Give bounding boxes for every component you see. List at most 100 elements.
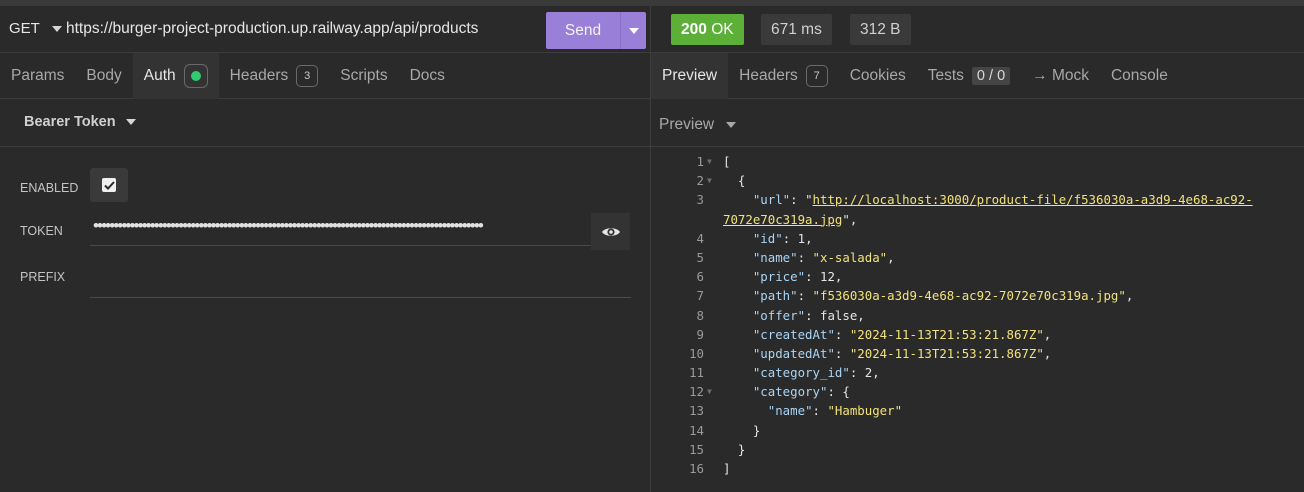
auth-status-badge <box>183 64 208 88</box>
method-label: GET <box>9 20 40 37</box>
line-number: 2 <box>696 173 704 189</box>
url-link[interactable]: http://localhost:3000/product-file/f5360… <box>813 192 1253 207</box>
tab-scripts[interactable]: Scripts <box>329 53 398 99</box>
line-number: 4 <box>696 230 704 246</box>
line-number: 15 <box>689 441 704 457</box>
fold-toggle-icon[interactable]: ▼ <box>707 382 712 401</box>
json-key: "offer" <box>752 307 806 323</box>
fold-toggle-icon[interactable]: ▼ <box>707 152 712 171</box>
prefix-input[interactable] <box>90 260 631 298</box>
json-punctuation: : 1, <box>782 230 813 246</box>
tab-preview[interactable]: Preview <box>651 53 729 99</box>
response-size-badge: 312 B <box>850 14 911 45</box>
json-punctuation: [ <box>723 154 731 169</box>
fold-toggle-icon[interactable]: ▼ <box>707 171 712 190</box>
token-input[interactable]: ••••••••••••••••••••••••••••••••••••••••… <box>90 209 592 246</box>
preview-mode-select[interactable]: Preview <box>659 116 737 134</box>
status-code: 200 <box>681 21 707 38</box>
auth-type-bar: Bearer Token <box>0 99 650 147</box>
json-key: "updatedAt" <box>752 345 835 361</box>
tab-mock[interactable]: → Mock <box>1021 53 1100 99</box>
url-link[interactable]: 7072e70c319a.jpg <box>723 212 842 227</box>
enabled-checkbox[interactable] <box>90 168 128 202</box>
response-time-badge: 671 ms <box>761 14 832 45</box>
tab-label: Console <box>1110 67 1168 84</box>
code-text: "category_id": 2, <box>723 363 880 382</box>
json-punctuation: : <box>834 326 850 342</box>
response-body-viewer[interactable]: 1 ▼[2 ▼ {3 "url": "http://localhost:3000/p… <box>651 152 1304 478</box>
tab-label: → Mock <box>1032 67 1089 84</box>
token-value: ••••••••••••••••••••••••••••••••••••••••… <box>93 216 484 235</box>
json-punctuation: : 12, <box>805 269 843 285</box>
json-punctuation <box>723 269 753 284</box>
code-line: 10 "updatedAt": "2024-11-13T21:53:21.867… <box>651 344 1304 363</box>
send-button[interactable]: Send <box>546 12 620 49</box>
tab-label: Docs <box>409 67 445 84</box>
line-number: 6 <box>696 269 704 285</box>
auth-type-label: Bearer Token <box>24 114 116 130</box>
tab-cookies[interactable]: Cookies <box>839 53 917 99</box>
tab-label: Body <box>86 67 122 84</box>
json-key: "category" <box>752 384 828 400</box>
tab-label: Auth <box>143 67 176 84</box>
tab-label: Headers <box>229 67 289 84</box>
tab-console[interactable]: Console <box>1100 53 1179 99</box>
json-punctuation <box>723 327 753 342</box>
tab-tests[interactable]: Tests 0 / 0 <box>917 53 1021 99</box>
code-text: "offer": false, <box>723 306 865 325</box>
json-punctuation: : <box>797 249 813 265</box>
eye-icon <box>601 227 620 236</box>
line-number: 11 <box>689 365 704 381</box>
code-text: "path": "f536030a-a3d9-4e68-ac92-7072e70… <box>723 286 1133 305</box>
code-text: } <box>723 421 760 440</box>
send-options-button[interactable] <box>620 12 646 49</box>
json-punctuation <box>723 250 753 265</box>
chevron-down-icon <box>726 122 737 128</box>
auth-type-select[interactable]: Bearer Token <box>24 114 136 130</box>
line-number: 8 <box>696 307 704 323</box>
code-line: 11 "category_id": 2, <box>651 363 1304 382</box>
json-punctuation: : <box>812 403 828 419</box>
method-select[interactable]: GET <box>9 20 62 37</box>
json-punctuation: , <box>1043 345 1052 361</box>
tab-body[interactable]: Body <box>75 53 132 99</box>
json-key: "name" <box>767 403 813 419</box>
json-key: "name" <box>752 249 798 265</box>
json-punctuation: : <box>834 345 850 361</box>
code-line: 5 "name": "x-salada", <box>651 248 1304 267</box>
json-punctuation <box>723 308 753 323</box>
json-key: "url" <box>752 192 791 208</box>
enabled-label: ENABLED <box>20 181 79 195</box>
tab-params[interactable]: Params <box>0 53 75 99</box>
tab-headers[interactable]: Headers 3 <box>219 53 330 99</box>
response-status-bar: 200 OK 671 ms 312 B <box>651 6 1304 53</box>
tab-label: Cookies <box>849 67 906 84</box>
code-line: 6 "price": 12, <box>651 267 1304 286</box>
json-string: "2024-11-13T21:53:21.867Z" <box>849 345 1044 361</box>
tab-auth[interactable]: Auth <box>132 53 219 99</box>
line-number: 1 <box>696 154 704 169</box>
send-button-group: Send <box>546 12 646 49</box>
tab-response-headers[interactable]: Headers 7 <box>728 53 839 99</box>
code-line: 2 ▼ { <box>651 171 1304 190</box>
json-key: "createdAt" <box>752 326 835 342</box>
url-input[interactable]: https://burger-project-production.up.rai… <box>66 20 478 38</box>
line-number: 16 <box>689 461 704 476</box>
tab-label: Tests <box>927 67 964 84</box>
tab-docs[interactable]: Docs <box>399 53 456 99</box>
json-punctuation <box>723 384 753 399</box>
json-punctuation <box>723 192 753 207</box>
json-punctuation: : false, <box>805 307 865 323</box>
json-punctuation <box>723 288 753 303</box>
json-punctuation: , <box>1043 326 1052 342</box>
line-number: 12 <box>689 384 704 400</box>
preview-mode-label: Preview <box>659 116 715 133</box>
toggle-visibility-button[interactable] <box>591 213 630 250</box>
url-bar: GET https://burger-project-production.up… <box>0 6 650 53</box>
json-punctuation: { <box>723 173 746 189</box>
tab-label: Params <box>11 67 65 84</box>
divider <box>651 146 1304 147</box>
json-punctuation <box>723 365 753 380</box>
line-number: 14 <box>689 422 704 438</box>
response-headers-count-badge: 7 <box>805 65 828 87</box>
